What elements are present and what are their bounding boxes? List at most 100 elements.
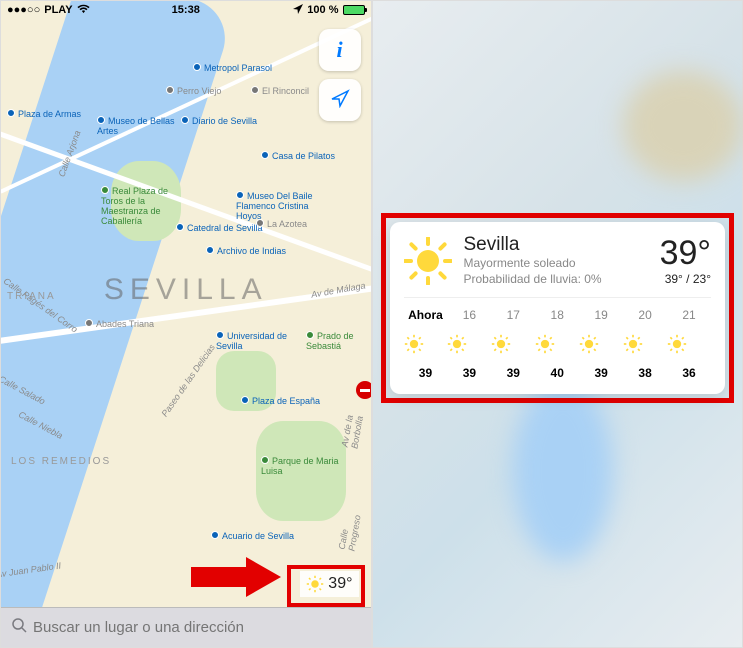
hour-temp: 39 (579, 366, 623, 380)
weather-range: 39° / 23° (660, 272, 711, 286)
poi-label: Archivo de Indias (217, 246, 286, 256)
sun-icon (404, 334, 448, 354)
poi-label: El Rinconcil (262, 86, 309, 96)
poi-label: Real Plaza de Toros de la Maestranza de … (101, 186, 168, 226)
poi-label: Perro Viejo (177, 86, 221, 96)
sun-icon (447, 334, 491, 354)
hour-label: 18 (535, 308, 579, 322)
poi-label: Catedral de Sevilla (187, 223, 263, 233)
weather-card-container: Sevilla Mayormente soleado Probabilidad … (381, 213, 735, 403)
forecast-hour: Ahora 39 (404, 308, 448, 380)
poi-label: Museo de Bellas Artes (97, 116, 175, 136)
poi-azotea[interactable]: La Azotea (256, 219, 307, 230)
sun-icon (579, 334, 623, 354)
poi-label: Museo Del Baile Flamenco Cristina Hoyos (236, 191, 313, 221)
search-icon (11, 617, 27, 638)
poi-label: Casa de Pilatos (272, 151, 335, 161)
hour-temp: 38 (623, 366, 667, 380)
poi-label: Plaza de España (252, 396, 320, 406)
forecast-hour: 21 36 (667, 308, 711, 380)
poi-rinconcil[interactable]: El Rinconcil (251, 86, 309, 97)
poi-plaza-espana[interactable]: Plaza de España (241, 396, 320, 407)
hour-temp: 39 (404, 366, 448, 380)
sun-icon (667, 334, 711, 354)
hour-label: Ahora (404, 308, 448, 322)
hour-temp: 40 (535, 366, 579, 380)
poi-acuario[interactable]: Acuario de Sevilla (211, 531, 294, 542)
annotation-red-box: Sevilla Mayormente soleado Probabilidad … (381, 213, 735, 403)
poi-diario[interactable]: Diario de Sevilla (181, 116, 257, 127)
hour-temp: 39 (447, 366, 491, 380)
poi-bellas-artes[interactable]: Museo de Bellas Artes (97, 116, 187, 137)
hour-label: 20 (623, 308, 667, 322)
poi-label: Parque de Maria Luisa (261, 456, 339, 476)
signal-dots-icon: ●●●○○ (7, 4, 40, 16)
status-bar: ●●●○○ PLAY 15:38 100 % (1, 1, 371, 19)
location-arrow-icon (293, 4, 303, 17)
blur-bg (513, 381, 613, 561)
sun-icon (623, 334, 667, 354)
annotation-red-box (287, 565, 365, 607)
poi-prado[interactable]: Prado de Sebastiá (306, 331, 371, 352)
clock: 15:38 (172, 4, 200, 16)
battery-pct: 100 % (307, 4, 338, 16)
poi-label: Universidad de Sevilla (216, 331, 287, 351)
no-entry-icon (356, 381, 372, 399)
poi-plaza-toros[interactable]: Real Plaza de Toros de la Maestranza de … (101, 186, 191, 227)
map-canvas[interactable]: SEVILLA TRIANA LOS REMEDIOS Plaza de Arm… (1, 1, 371, 647)
poi-label: La Azotea (267, 219, 307, 229)
hourly-forecast[interactable]: Ahora39163917391840193920382136 (404, 308, 712, 380)
poi-metropol[interactable]: Metropol Parasol (193, 63, 272, 74)
poi-archivo[interactable]: Archivo de Indias (206, 246, 286, 257)
blur-bg (623, 71, 743, 181)
poi-catedral[interactable]: Catedral de Sevilla (176, 223, 263, 234)
hour-label: 19 (579, 308, 623, 322)
forecast-hour: 1840 (535, 308, 579, 380)
forecast-hour: 1939 (579, 308, 623, 380)
forecast-hour: 1639 (447, 308, 491, 380)
hour-label: 16 (447, 308, 491, 322)
forecast-hour: 1739 (491, 308, 535, 380)
sun-icon (404, 237, 452, 285)
poi-perro-viejo[interactable]: Perro Viejo (166, 86, 221, 97)
location-arrow-icon (330, 88, 350, 113)
poi-museo-baile[interactable]: Museo Del Baile Flamenco Cristina Hoyos (236, 191, 326, 222)
carrier-label: PLAY (44, 4, 72, 16)
sun-icon (491, 334, 535, 354)
poi-label: Abades Triana (96, 319, 154, 329)
hour-temp: 36 (667, 366, 711, 380)
search-input[interactable] (33, 619, 361, 636)
wifi-icon (77, 4, 90, 17)
weather-rain-prob: Probabilidad de lluvia: 0% (464, 272, 648, 288)
search-bar[interactable] (1, 607, 371, 647)
annotation-arrow-icon (191, 557, 281, 602)
forecast-hour: 2038 (623, 308, 667, 380)
weather-card[interactable]: Sevilla Mayormente soleado Probabilidad … (390, 222, 726, 394)
poi-universidad[interactable]: Universidad de Sevilla (216, 331, 306, 352)
hour-label: 17 (491, 308, 535, 322)
neighborhood-label: LOS REMEDIOS (11, 456, 111, 467)
sun-icon (535, 334, 579, 354)
hour-label: 21 (667, 308, 711, 322)
poi-label: Diario de Sevilla (192, 116, 257, 126)
weather-condition: Mayormente soleado (464, 256, 648, 272)
street-label: Av de Málaga (311, 281, 367, 300)
poi-label: Metropol Parasol (204, 63, 272, 73)
weather-city: Sevilla (464, 234, 648, 256)
poi-label: Plaza de Armas (18, 109, 81, 119)
poi-plaza-armas[interactable]: Plaza de Armas (7, 109, 81, 120)
street-label: Calle Progreso (338, 510, 364, 552)
poi-casa-pilatos[interactable]: Casa de Pilatos (261, 151, 335, 162)
info-icon: i (336, 37, 342, 63)
maps-app-screenshot: SEVILLA TRIANA LOS REMEDIOS Plaza de Arm… (0, 0, 372, 648)
poi-parque-luisa[interactable]: Parque de Maria Luisa (261, 456, 351, 477)
poi-label: Acuario de Sevilla (222, 531, 294, 541)
street-label: Av de la Borbolla (341, 412, 366, 449)
street-label: Paseo de las Delicias (160, 343, 217, 419)
weather-current-temp: 39° (660, 236, 711, 270)
city-label: SEVILLA (104, 273, 268, 307)
recenter-button[interactable] (319, 79, 361, 121)
hour-temp: 39 (491, 366, 535, 380)
poi-abades[interactable]: Abades Triana (85, 319, 154, 330)
info-button[interactable]: i (319, 29, 361, 71)
